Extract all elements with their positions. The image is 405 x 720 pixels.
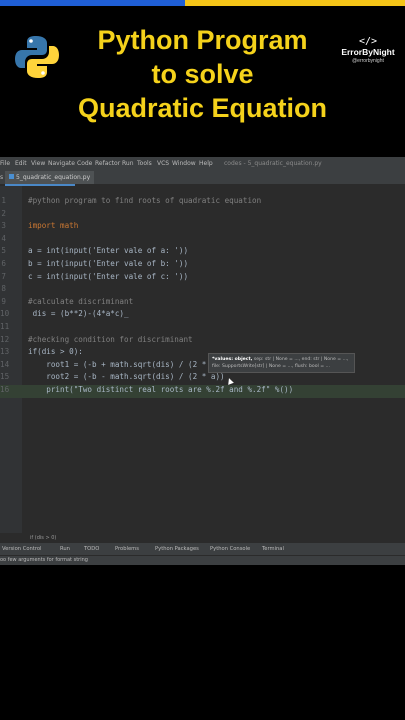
tool-window-bar: Version Control Run TODO Problems Python… bbox=[0, 543, 405, 555]
brand-name: ErrorByNight bbox=[341, 47, 395, 57]
line-number: 16 bbox=[0, 385, 10, 394]
line-number: 5 bbox=[1, 246, 6, 256]
code-line: 1 #python program to find roots of quadra… bbox=[0, 196, 405, 209]
code-text: b = int(input('Enter vale of b: ')) bbox=[28, 259, 189, 268]
code-text: import math bbox=[28, 221, 79, 231]
code-line: 15 root2 = (-b - math.sqrt(dis) / (2 * a… bbox=[0, 372, 405, 385]
brand-handle: @errorbynight bbox=[352, 58, 384, 64]
banner-title-line-3: Quadratic Equation bbox=[77, 93, 328, 123]
tab-prefix: s bbox=[0, 174, 4, 181]
line-number: 1 bbox=[1, 196, 6, 205]
code-line: 4 bbox=[0, 234, 405, 247]
status-bar: oo few arguments for format string bbox=[0, 555, 405, 565]
line-number: 9 bbox=[1, 296, 6, 306]
code-line: 2 bbox=[0, 209, 405, 222]
code-line: 8 bbox=[0, 284, 405, 297]
tool-version-control[interactable]: Version Control bbox=[2, 546, 41, 552]
code-text: dis = (b**2)-(4*a*c)_ bbox=[28, 309, 129, 319]
parameter-info-tooltip: *values: object, sep: str | None = ..., … bbox=[208, 353, 355, 373]
line-number: 13 bbox=[0, 347, 10, 357]
code-text: c = int(input('Enter vale of c: ')) bbox=[28, 271, 189, 281]
code-text: a = int(input('Enter vale of a: ')) bbox=[28, 246, 189, 256]
code-line: 12 #checking condition for discriminant bbox=[0, 335, 405, 348]
code-line: 7 c = int(input('Enter vale of c: ')) bbox=[0, 272, 405, 285]
menu-view[interactable]: View bbox=[31, 160, 45, 167]
tooltip-param-rest: sep: str | None = ..., end: str | None =… bbox=[252, 357, 349, 362]
menu-window[interactable]: Window bbox=[172, 160, 196, 167]
menu-file[interactable]: File bbox=[0, 160, 10, 167]
line-number: 3 bbox=[1, 221, 6, 231]
breadcrumb[interactable]: if (dis > 0) bbox=[30, 535, 56, 541]
menu-navigate[interactable]: Navigate bbox=[48, 160, 75, 167]
code-text: #checking condition for discriminant bbox=[28, 334, 193, 344]
line-number: 12 bbox=[0, 334, 10, 344]
status-message: oo few arguments for format string bbox=[0, 557, 88, 563]
line-number: 11 bbox=[0, 322, 10, 331]
code-text: if(dis > 0): bbox=[28, 347, 83, 357]
menu-bar: File Edit View Navigate Code Refactor Ru… bbox=[0, 157, 405, 171]
tab-label: 5_quadratic_equation.py bbox=[16, 174, 91, 181]
code-line: 6 b = int(input('Enter vale of b: ')) bbox=[0, 259, 405, 272]
tool-terminal[interactable]: Terminal bbox=[262, 546, 284, 552]
code-text: root1 = (-b + math.sqrt(dis) / (2 * bbox=[28, 359, 207, 369]
python-file-icon bbox=[9, 174, 14, 179]
line-number: 8 bbox=[1, 284, 6, 294]
current-code-line: 16 print("Two distinct real roots are %.… bbox=[0, 385, 405, 398]
brand-logo: </> ErrorByNight @errorbynight bbox=[338, 36, 398, 64]
editor-tab-bar: s 5_quadratic_equation.py bbox=[0, 171, 405, 184]
code-text: #calculate discriminant bbox=[28, 296, 134, 306]
project-title: codes - 5_quadratic_equation.py bbox=[224, 160, 322, 167]
tool-problems[interactable]: Problems bbox=[115, 546, 139, 552]
line-number: 14 bbox=[0, 359, 10, 369]
code-line: 9 #calculate discriminant bbox=[0, 297, 405, 310]
line-number: 2 bbox=[1, 208, 6, 218]
menu-tools[interactable]: Tools bbox=[137, 160, 152, 167]
menu-code[interactable]: Code bbox=[77, 160, 92, 167]
tooltip-line-2: file: SupportsWrite[str] | None = ..., f… bbox=[212, 364, 330, 369]
tooltip-param-bold: *values: object, bbox=[212, 357, 253, 362]
line-number: 15 bbox=[0, 372, 10, 382]
menu-run[interactable]: Run bbox=[122, 160, 134, 167]
code-text: #python program to find roots of quadrat… bbox=[28, 196, 262, 205]
thumbnail-banner: Python Program to solve Quadratic Equati… bbox=[0, 6, 405, 156]
ide-window: File Edit View Navigate Code Refactor Ru… bbox=[0, 157, 405, 565]
line-number: 4 bbox=[1, 233, 6, 243]
menu-edit[interactable]: Edit bbox=[15, 160, 27, 167]
tool-run[interactable]: Run bbox=[60, 546, 70, 552]
code-line: 3 import math bbox=[0, 221, 405, 234]
menu-help[interactable]: Help bbox=[199, 160, 213, 167]
menu-vcs[interactable]: VCS bbox=[157, 160, 169, 167]
line-number: 10 bbox=[0, 309, 10, 319]
code-line: 11 bbox=[0, 322, 405, 335]
code-text: print("Two distinct real roots are %.2f … bbox=[28, 385, 294, 394]
tool-python-packages[interactable]: Python Packages bbox=[155, 546, 199, 552]
code-brackets-icon: </> bbox=[358, 36, 378, 47]
code-line: 10 dis = (b**2)-(4*a*c)_ bbox=[0, 309, 405, 322]
tool-python-console[interactable]: Python Console bbox=[210, 546, 250, 552]
tooltip-line-1: *values: object, sep: str | None = ..., … bbox=[212, 356, 351, 363]
code-text: root2 = (-b - math.sqrt(dis) / (2 * a)) bbox=[28, 372, 225, 382]
code-line: 5 a = int(input('Enter vale of a: ')) bbox=[0, 246, 405, 259]
line-number: 6 bbox=[1, 259, 6, 268]
tab-quadratic-equation[interactable]: 5_quadratic_equation.py bbox=[5, 171, 95, 184]
menu-refactor[interactable]: Refactor bbox=[95, 160, 120, 167]
tool-todo[interactable]: TODO bbox=[84, 546, 99, 552]
line-number: 7 bbox=[1, 271, 6, 281]
